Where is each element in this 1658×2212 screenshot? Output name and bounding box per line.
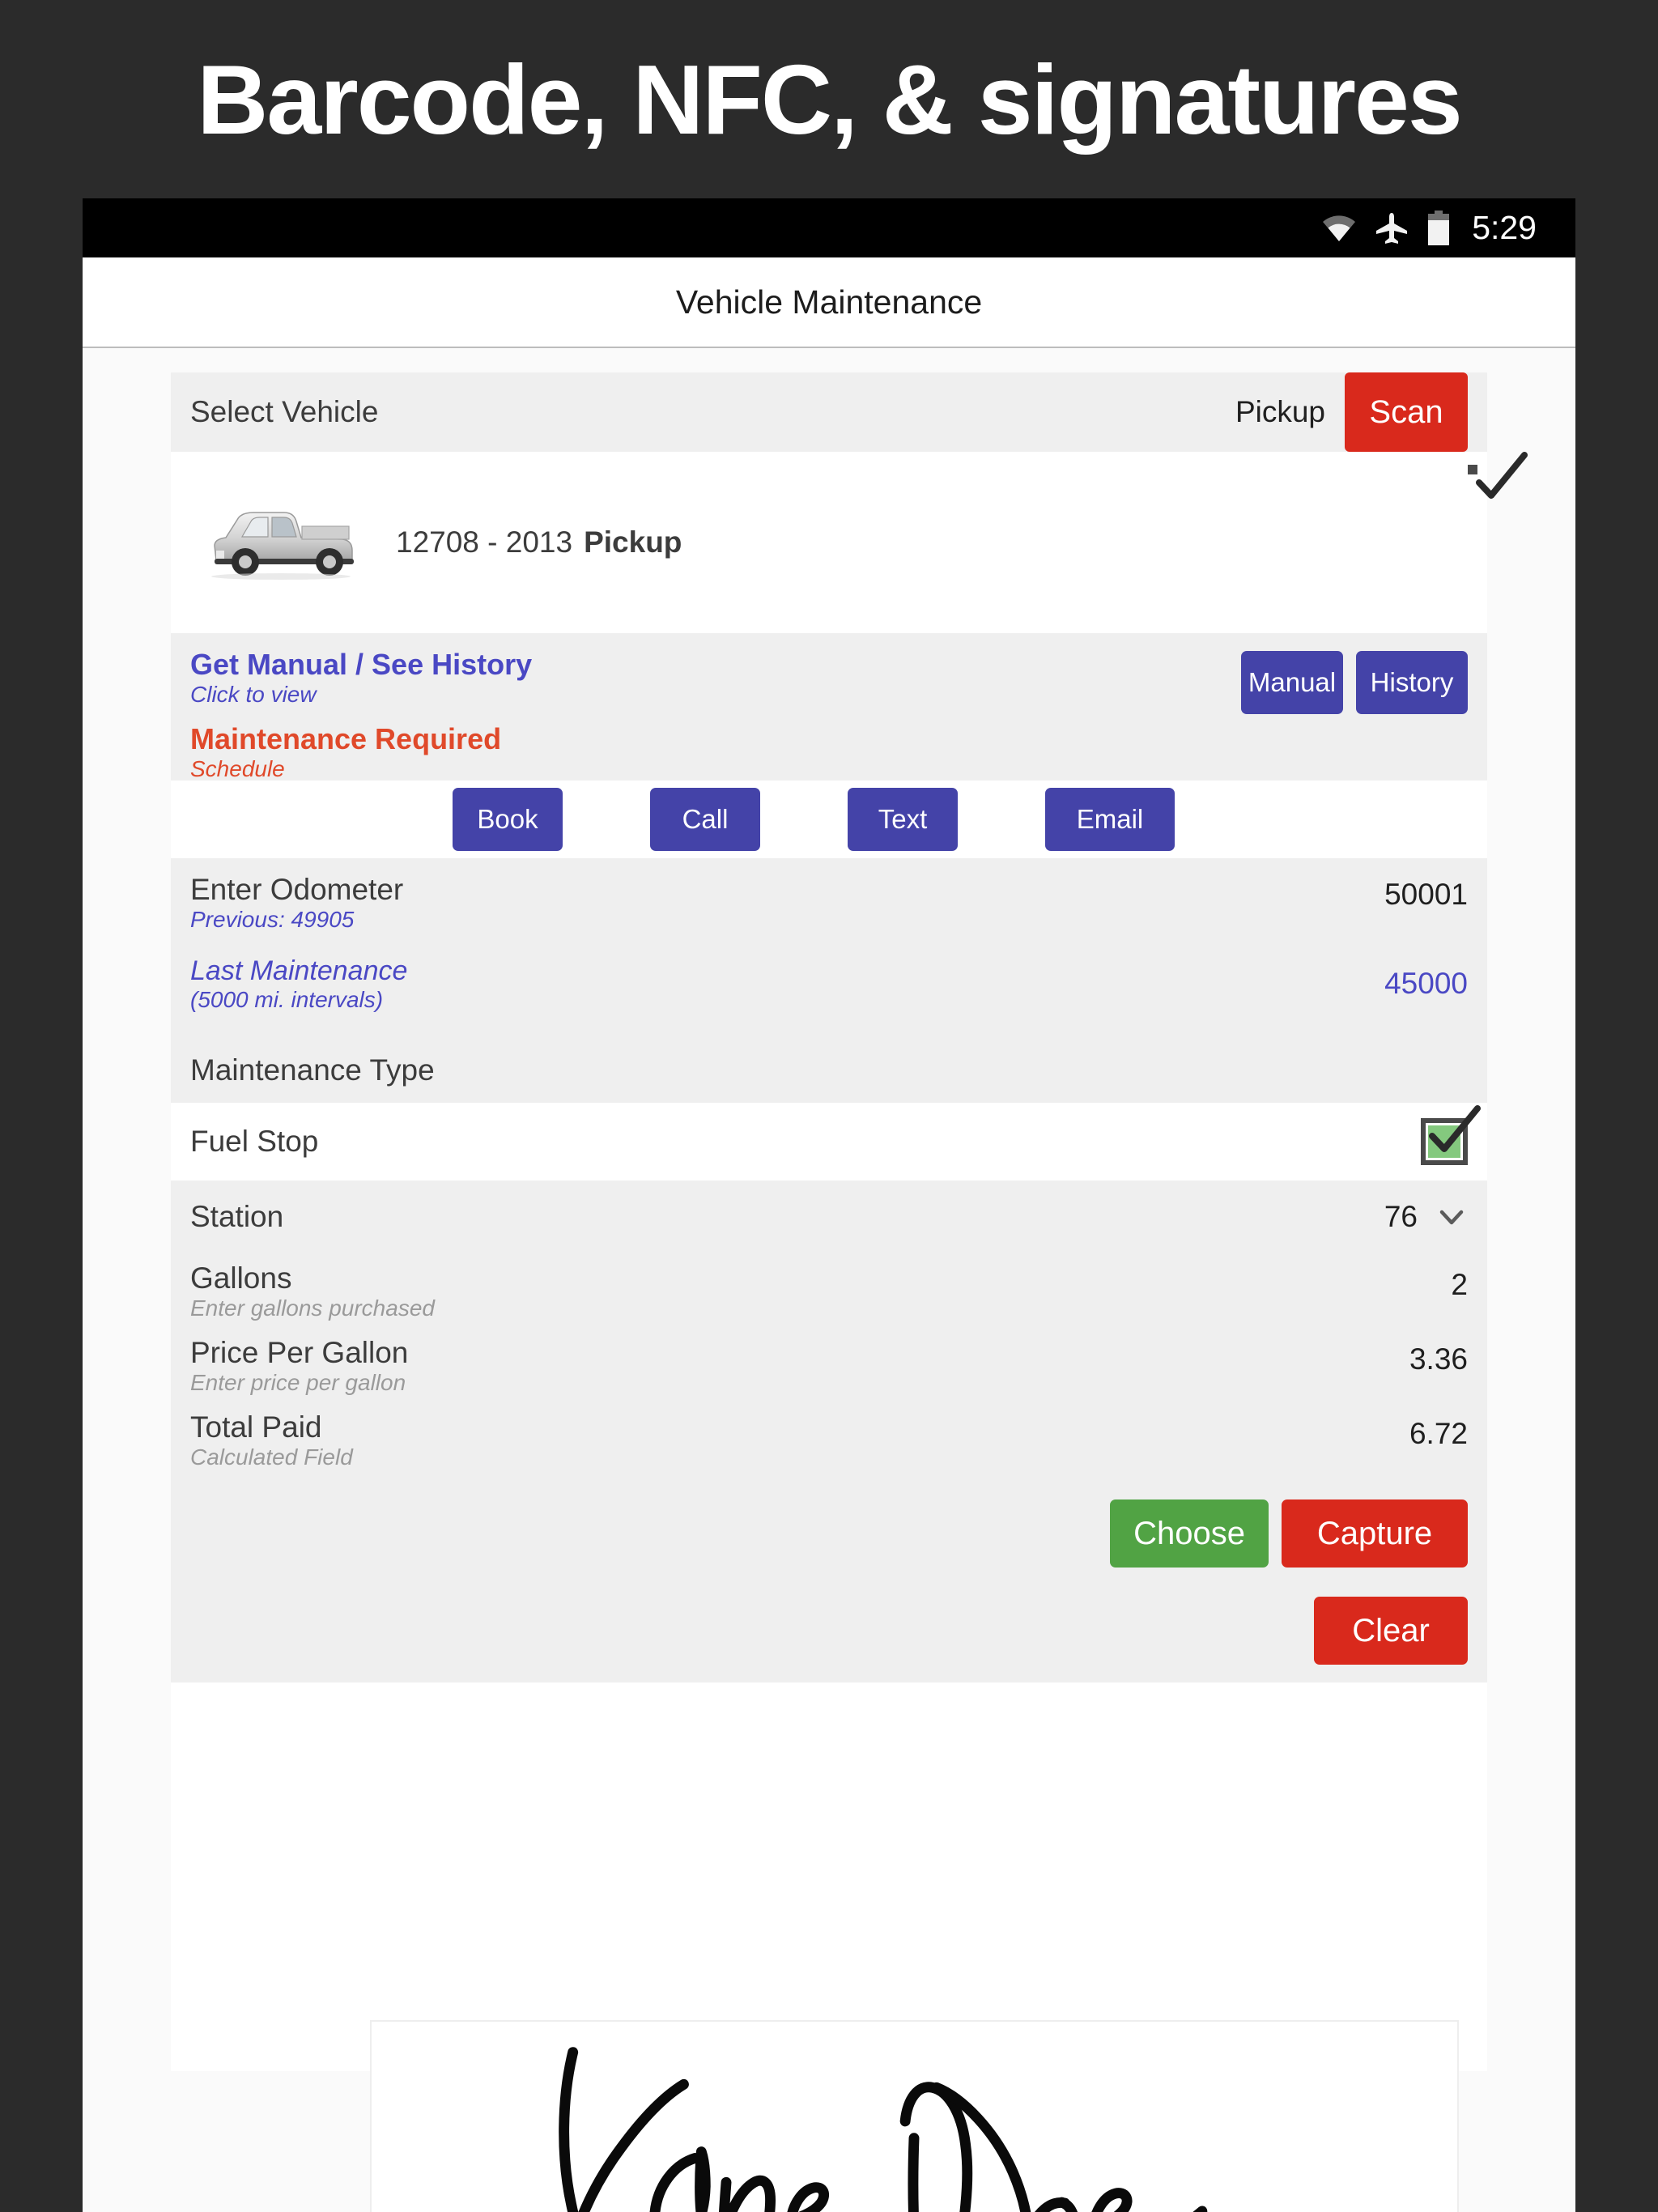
signature-ink <box>559 2047 1208 2212</box>
gallons-hint: Enter gallons purchased <box>190 1295 435 1321</box>
fuel-stop-checkbox[interactable] <box>1421 1105 1481 1165</box>
app-bar: Vehicle Maintenance <box>83 257 1575 348</box>
total-paid-value: 6.72 <box>1409 1417 1468 1450</box>
station-label: Station <box>190 1200 284 1233</box>
vehicle-id-label: 12708 - 2013 <box>396 525 573 559</box>
maintenance-type-row: Maintenance Type <box>171 1038 1487 1103</box>
price-per-gallon-input[interactable]: 3.36 <box>1409 1336 1468 1376</box>
station-row[interactable]: Station 76 <box>171 1180 1487 1253</box>
select-vehicle-row: Select Vehicle Pickup Scan <box>171 372 1487 452</box>
last-maintenance-value: 45000 <box>1384 967 1468 1000</box>
pickup-truck-image <box>200 502 362 584</box>
price-per-gallon-row[interactable]: Price Per Gallon Enter price per gallon … <box>171 1328 1487 1402</box>
gallons-row[interactable]: Gallons Enter gallons purchased 2 <box>171 1253 1487 1328</box>
wifi-icon <box>1321 214 1357 243</box>
chevron-down-icon[interactable] <box>1435 1201 1468 1233</box>
vehicle-name-label: Pickup <box>584 525 682 559</box>
text-button[interactable]: Text <box>848 788 958 851</box>
maintenance-type-label: Maintenance Type <box>190 1053 435 1087</box>
signature-pad[interactable] <box>370 2020 1459 2212</box>
status-bar-clock: 5:29 <box>1472 209 1537 246</box>
total-paid-label: Total Paid <box>190 1410 322 1444</box>
station-value: 76 <box>1384 1200 1418 1233</box>
choose-button[interactable]: Choose <box>1110 1499 1269 1568</box>
fuel-stop-row[interactable]: Fuel Stop <box>171 1103 1487 1180</box>
form-scroll-area[interactable]: Select Vehicle Pickup Scan 12708 - 2013 … <box>83 348 1575 2212</box>
book-button[interactable]: Book <box>453 788 563 851</box>
odometer-previous-label: Previous: 49905 <box>190 907 355 932</box>
price-per-gallon-hint: Enter price per gallon <box>190 1370 406 1395</box>
last-maintenance-label: Last Maintenance <box>190 955 408 986</box>
phone-screen: 5:29 Vehicle Maintenance Select Vehicle … <box>83 198 1575 2212</box>
select-vehicle-label: Select Vehicle <box>190 395 379 428</box>
price-per-gallon-label: Price Per Gallon <box>190 1336 409 1369</box>
promo-headline: Barcode, NFC, & signatures <box>0 0 1658 198</box>
contact-actions-row: Book Call Text Email <box>171 781 1487 858</box>
odometer-label: Enter Odometer <box>190 873 404 906</box>
call-button[interactable]: Call <box>650 788 760 851</box>
last-maintenance-interval: (5000 mi. intervals) <box>190 987 384 1012</box>
page-title: Vehicle Maintenance <box>675 283 983 321</box>
total-paid-hint: Calculated Field <box>190 1444 353 1470</box>
total-paid-row: Total Paid Calculated Field 6.72 <box>171 1402 1487 1477</box>
schedule-link[interactable]: Schedule <box>190 756 1468 782</box>
checkmark-icon <box>1429 1105 1481 1152</box>
odometer-block: Enter Odometer Previous: 49905 50001 Las… <box>171 858 1487 1038</box>
signature-card <box>171 1682 1487 2071</box>
selected-vehicle-value: Pickup <box>1235 395 1325 428</box>
scan-button[interactable]: Scan <box>1345 372 1468 452</box>
manual-history-card: Manual History Get Manual / See History … <box>171 633 1487 781</box>
checkmark-icon <box>1476 452 1528 499</box>
vehicle-result-row[interactable]: 12708 - 2013 Pickup <box>171 452 1528 633</box>
battery-icon <box>1426 210 1451 246</box>
gallons-label: Gallons <box>190 1261 292 1295</box>
promo-headline-text: Barcode, NFC, & signatures <box>197 44 1462 155</box>
gallons-input[interactable]: 2 <box>1451 1261 1468 1302</box>
maintenance-required-label: Maintenance Required <box>190 722 502 755</box>
history-button[interactable]: History <box>1356 651 1468 714</box>
email-button[interactable]: Email <box>1045 788 1175 851</box>
odometer-input[interactable]: 50001 <box>1384 873 1468 912</box>
status-bar: 5:29 <box>83 198 1575 257</box>
capture-button[interactable]: Capture <box>1282 1499 1468 1568</box>
manual-button[interactable]: Manual <box>1241 651 1343 714</box>
clear-button[interactable]: Clear <box>1314 1597 1468 1665</box>
airplane-mode-icon <box>1375 211 1409 245</box>
fuel-stop-label: Fuel Stop <box>190 1125 319 1158</box>
media-actions-block: Choose Capture Clear <box>171 1477 1487 1682</box>
